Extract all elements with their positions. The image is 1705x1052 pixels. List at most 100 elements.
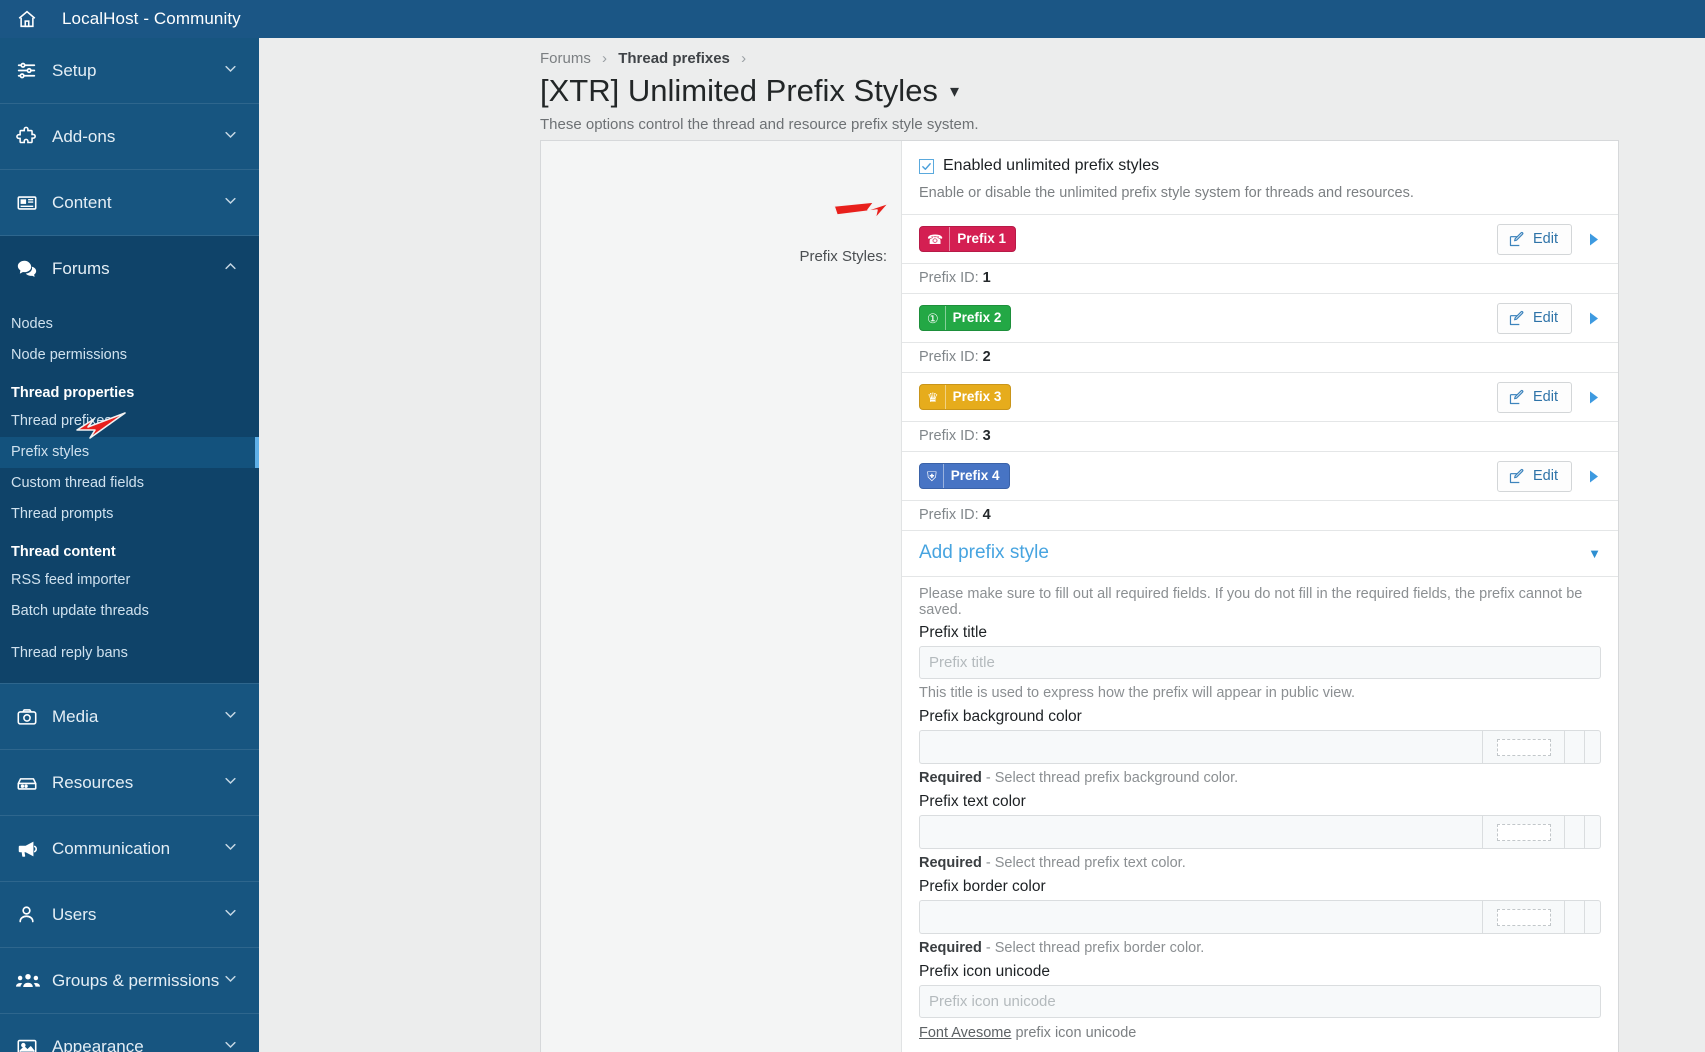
prefix-background-color-picker[interactable] (919, 730, 1601, 764)
sliders-icon (16, 60, 43, 81)
color-picker-button[interactable] (1564, 730, 1584, 764)
sidebar-item-forums[interactable]: Forums (0, 236, 259, 301)
triangle-right-icon[interactable] (1586, 233, 1602, 246)
chevron-down-icon[interactable] (223, 905, 241, 925)
color-clear-button[interactable] (1584, 815, 1601, 849)
sub-item-label: Custom thread fields (11, 475, 144, 491)
sidebar-item-resources[interactable]: Resources (0, 750, 259, 815)
sidebar-item-prefix-styles[interactable]: Prefix styles (0, 437, 259, 468)
color-swatch-preview[interactable] (1482, 900, 1564, 934)
sidebar-item-content[interactable]: Content (0, 170, 259, 235)
sidebar-item-appearance[interactable]: Appearance (0, 1014, 259, 1052)
sidebar-item-label: Setup (52, 60, 97, 80)
sidebar-item-setup[interactable]: Setup (0, 38, 259, 103)
sidebar-group-forums[interactable]: Forums Nodes Node permissions Thread pro… (0, 236, 259, 684)
required-tag: Required (919, 770, 982, 786)
crown-icon: ♛ (927, 389, 939, 405)
chevron-up-icon[interactable] (223, 259, 241, 279)
enabled-checkbox-row[interactable]: Enabled unlimited prefix styles (919, 157, 1601, 175)
prefix-border-color-picker[interactable] (919, 900, 1601, 934)
chevron-down-icon[interactable] (223, 1037, 241, 1052)
prefix-id-value: 2 (982, 349, 991, 365)
sidebar-item-batch-update-threads[interactable]: Batch update threads (0, 596, 259, 627)
color-swatch-preview[interactable] (1482, 730, 1564, 764)
chevron-down-icon[interactable]: ▾ (950, 81, 959, 102)
add-prefix-style-title[interactable]: Add prefix style (919, 542, 1588, 564)
sub-item-label: Thread reply bans (11, 645, 128, 661)
chevron-down-icon[interactable] (223, 61, 241, 81)
edit-button[interactable]: Edit (1497, 302, 1572, 334)
news-icon (16, 192, 43, 214)
add-prefix-style-header[interactable]: Add prefix style ▼ (902, 530, 1618, 576)
prefix-title-help: This title is used to express how the pr… (919, 685, 1356, 701)
color-input-field[interactable] (919, 730, 1482, 764)
edit-button-label: Edit (1533, 468, 1558, 484)
prefix-title-label: Prefix title (919, 624, 988, 641)
chevron-down-icon[interactable] (223, 127, 241, 147)
chevron-down-icon[interactable] (223, 773, 241, 793)
sidebar-item-custom-thread-fields[interactable]: Custom thread fields (0, 468, 259, 499)
help-rest: - Select thread prefix text color. (981, 855, 1186, 871)
puzzle-icon (16, 126, 43, 148)
font-awesome-link[interactable]: Font Avesome (919, 1025, 1011, 1041)
prefix-id-value: 1 (982, 270, 991, 286)
color-clear-button[interactable] (1584, 730, 1601, 764)
sidebar-group-users[interactable]: Users (0, 882, 259, 948)
breadcrumb-item-forums[interactable]: Forums (540, 50, 591, 67)
chevron-down-icon[interactable] (223, 707, 241, 727)
edit-button-label: Edit (1533, 310, 1558, 326)
edit-button[interactable]: Edit (1497, 381, 1572, 413)
enabled-checkbox[interactable] (919, 158, 934, 174)
sidebar-group-media[interactable]: Media (0, 684, 259, 750)
sidebar-group-groups-permissions[interactable]: Groups & permissions (0, 948, 259, 1014)
sidebar-item-rss-feed-importer[interactable]: RSS feed importer (0, 565, 259, 596)
color-input-field[interactable] (919, 815, 1482, 849)
sidebar-group-setup[interactable]: Setup (0, 38, 259, 104)
prefix-title-input[interactable] (919, 646, 1601, 679)
sidebar-item-thread-prompts[interactable]: Thread prompts (0, 499, 259, 530)
prefix-id-row: Prefix ID: 3 (902, 421, 1618, 451)
sidebar-group-communication[interactable]: Communication (0, 816, 259, 882)
image-icon (16, 1036, 43, 1052)
triangle-right-icon[interactable] (1586, 470, 1602, 483)
sidebar-item-add-ons[interactable]: Add-ons (0, 104, 259, 169)
sidebar-item-thread-prefixes[interactable]: Thread prefixes (0, 406, 259, 437)
chevron-down-icon[interactable]: ▼ (1588, 546, 1601, 561)
edit-button[interactable]: Edit (1497, 460, 1572, 492)
sidebar-item-thread-reply-bans[interactable]: Thread reply bans (0, 638, 259, 669)
sidebar-item-node-permissions[interactable]: Node permissions (0, 340, 259, 371)
color-clear-button[interactable] (1584, 900, 1601, 934)
breadcrumb-item-thread-prefixes[interactable]: Thread prefixes (618, 50, 730, 67)
circled-number-icon: ① (927, 310, 939, 326)
prefix-icon-unicode-input[interactable] (919, 985, 1601, 1018)
site-title: LocalHost - Community (62, 9, 241, 28)
color-picker-button[interactable] (1564, 900, 1584, 934)
triangle-right-icon[interactable] (1586, 391, 1602, 404)
chevron-down-icon[interactable] (223, 839, 241, 859)
sidebar-item-label: Users (52, 904, 97, 924)
edit-button[interactable]: Edit (1497, 223, 1572, 255)
sidebar-group-appearance[interactable]: Appearance (0, 1014, 259, 1052)
sidebar-item-media[interactable]: Media (0, 684, 259, 749)
sidebar-item-groups-permissions[interactable]: Groups & permissions (0, 948, 259, 1013)
triangle-right-icon[interactable] (1586, 312, 1602, 325)
home-icon[interactable] (14, 6, 40, 32)
sidebar-group-content[interactable]: Content (0, 170, 259, 236)
sub-item-label: Thread prompts (11, 506, 114, 522)
prefix-text-color-help: Required - Select thread prefix text col… (919, 855, 1601, 871)
sidebar-item-nodes[interactable]: Nodes (0, 309, 259, 340)
color-swatch-preview[interactable] (1482, 815, 1564, 849)
sidebar-group-addons[interactable]: Add-ons (0, 104, 259, 170)
table-row: ♛ Prefix 3 Edit (902, 372, 1618, 421)
sidebar-item-communication[interactable]: Communication (0, 816, 259, 881)
prefix-badge-label: Prefix 3 (944, 385, 1011, 409)
sidebar-item-users[interactable]: Users (0, 882, 259, 947)
sidebar-group-resources[interactable]: Resources (0, 750, 259, 816)
prefix-text-color-picker[interactable] (919, 815, 1601, 849)
prefix-background-color-help: Required - Select thread prefix backgrou… (919, 770, 1601, 786)
color-picker-button[interactable] (1564, 815, 1584, 849)
breadcrumb-separator: › (741, 50, 747, 67)
color-input-field[interactable] (919, 900, 1482, 934)
chevron-down-icon[interactable] (223, 971, 241, 991)
chevron-down-icon[interactable] (223, 193, 241, 213)
